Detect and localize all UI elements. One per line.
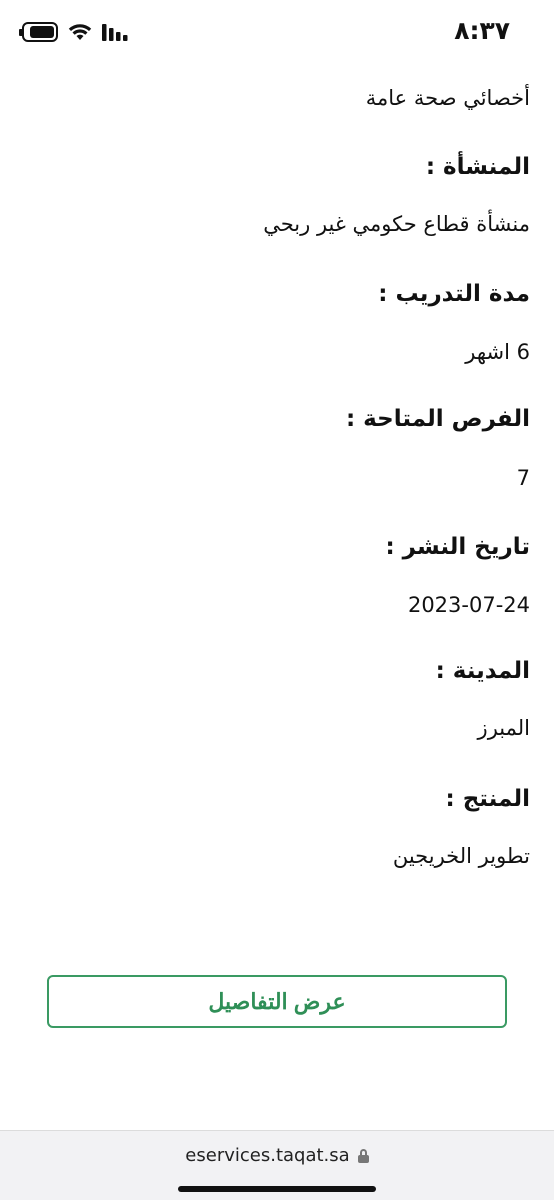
- facility-value: منشأة قطاع حكومي غير ربحي: [263, 212, 530, 236]
- screen: ٨:٣٧ أخصائي صحة عامة المنشأة : منشأة قطا…: [0, 0, 554, 1200]
- url-text: eservices.taqat.sa: [185, 1145, 350, 1166]
- field-opportunities-value: 7: [24, 466, 530, 490]
- field-product-value: تطوير الخريجين: [24, 844, 530, 868]
- field-product-label: المنتج :: [24, 786, 531, 812]
- city-label: المدينة :: [435, 658, 530, 684]
- field-training-duration-value: 6 اشهر: [24, 340, 530, 364]
- field-training-duration-label: مدة التدريب :: [24, 281, 530, 307]
- publish-date-value: 2023-07-24: [407, 593, 530, 617]
- field-publish-date-value: 2023-07-24: [24, 593, 530, 617]
- city-value: المبرز: [477, 716, 530, 740]
- status-time: ٨:٣٧: [454, 16, 510, 45]
- training-duration-value: 6 اشهر: [465, 340, 530, 364]
- product-value: تطوير الخريجين: [392, 844, 530, 868]
- field-city-value: المبرز: [24, 716, 530, 740]
- battery-icon: [19, 22, 58, 42]
- opportunities-label: الفرص المتاحة :: [345, 406, 530, 432]
- home-indicator[interactable]: [178, 1186, 376, 1192]
- lock-icon: [357, 1148, 369, 1163]
- product-label: المنتج :: [445, 786, 531, 812]
- signal-icon: [102, 23, 128, 41]
- publish-date-label: تاريخ النشر :: [385, 534, 530, 560]
- field-city-label: المدينة :: [24, 658, 530, 684]
- opportunities-value: 7: [516, 466, 530, 490]
- field-facility-value: منشأة قطاع حكومي غير ربحي: [24, 212, 530, 236]
- field-opportunities-label: الفرص المتاحة :: [24, 406, 530, 432]
- field-specialty: أخصائي صحة عامة: [24, 86, 530, 110]
- view-details-button[interactable]: عرض التفاصيل: [47, 975, 507, 1028]
- field-publish-date-label: تاريخ النشر :: [24, 534, 530, 560]
- status-bar: ٨:٣٧: [0, 0, 554, 66]
- status-icons: [19, 22, 128, 42]
- field-facility-label: المنشأة :: [24, 154, 530, 180]
- training-duration-label: مدة التدريب :: [378, 281, 530, 307]
- specialty-value: أخصائي صحة عامة: [365, 86, 530, 110]
- facility-label: المنشأة :: [425, 154, 530, 180]
- url-display[interactable]: eservices.taqat.sa: [0, 1145, 554, 1166]
- wifi-icon: [68, 23, 92, 41]
